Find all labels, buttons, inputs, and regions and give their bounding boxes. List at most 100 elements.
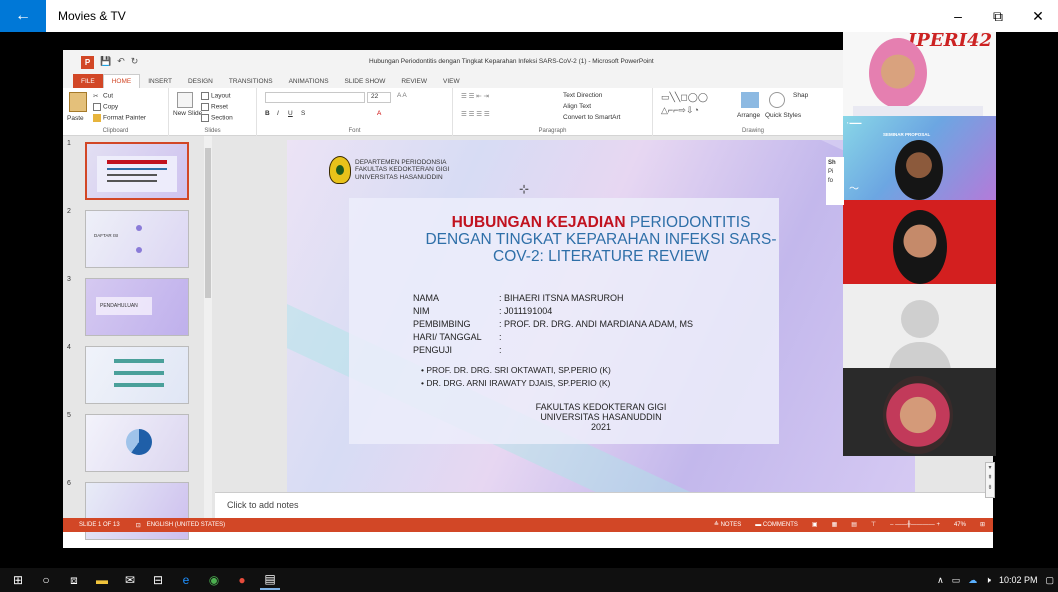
paste-button[interactable]: Paste (67, 115, 84, 122)
maximize-button[interactable]: ⧉ (978, 0, 1018, 32)
bullets-icon[interactable]: ☰ ☰ ⇤ ⇥ (461, 92, 489, 100)
tab-file[interactable]: FILE (73, 74, 103, 88)
notes-pane[interactable]: Click to add notes (215, 492, 993, 518)
tab-slide-show[interactable]: SLIDE SHOW (337, 74, 394, 88)
thumbnail-5[interactable]: 5 (63, 412, 193, 474)
save-icon[interactable]: 💾 (100, 56, 111, 69)
text-direction-button[interactable]: Text Direction (563, 92, 602, 99)
notes-button[interactable]: ≜ NOTES (714, 521, 741, 528)
font-color-button[interactable]: A (377, 110, 381, 117)
underline-button[interactable]: U (288, 110, 293, 117)
minimize-button[interactable]: – (938, 0, 978, 32)
participant-avatar (895, 140, 943, 200)
shapes-gallery-row2[interactable]: △⌐⌐⇨⇩◔ (661, 105, 699, 116)
movies-tv-taskbar-icon[interactable]: ▤ (260, 570, 280, 590)
participant-avatar (883, 376, 953, 454)
normal-view-icon[interactable]: ▣ (812, 521, 818, 528)
spellcheck-icon[interactable]: ⊡ (136, 522, 141, 529)
thumbnail-1[interactable]: 1 (63, 140, 193, 202)
undo-icon[interactable]: ↶ (117, 56, 125, 69)
section-button[interactable]: Section (201, 114, 233, 122)
slide-canvas[interactable]: DEPARTEMEN PERIODONSIA FAKULTAS KEDOKTER… (287, 140, 915, 492)
participant-tile-presenter[interactable]: IPERI42 (843, 32, 996, 116)
chrome-icon[interactable]: ◉ (204, 570, 224, 590)
new-slide-button[interactable]: New Slide (173, 110, 202, 117)
file-explorer-icon[interactable]: ▬ (92, 570, 112, 590)
tab-home[interactable]: HOME (102, 74, 141, 88)
convert-smartart-button[interactable]: Convert to SmartArt (563, 114, 620, 121)
paragraph-group-label: Paragraph (538, 128, 567, 134)
reading-view-icon[interactable]: ▤ (851, 521, 857, 528)
participant-tile-seminar[interactable]: ▪ ▬▬▬ SEMINAR PROPOSAL 〜 (843, 116, 996, 200)
comments-button[interactable]: ▬ COMMENTS (755, 522, 798, 528)
font-grow-icon[interactable]: A A (397, 92, 407, 99)
app-icon[interactable]: ● (232, 570, 252, 590)
store-icon[interactable]: ⊟ (148, 570, 168, 590)
task-view-icon[interactable]: ⧈ (64, 570, 84, 590)
participant-tile-5[interactable] (843, 368, 996, 456)
new-slide-icon[interactable] (177, 92, 193, 108)
thumbnail-image: PENDAHULUAN (85, 278, 189, 336)
thumbnail-6[interactable]: 6 (63, 480, 193, 542)
thumbnail-scrollbar[interactable] (204, 136, 212, 532)
slide-scroll-controls[interactable]: ▾ ⇞ ⇟ (985, 462, 995, 498)
volume-icon[interactable]: 🕨 (985, 575, 991, 586)
align-text-button[interactable]: Align Text (563, 103, 591, 110)
slide-thumbnails: 1 2 DAFTAR ISI 3 PENDAHULUAN 4 5 6 (63, 136, 203, 540)
status-bar: SLIDE 1 OF 13 ⊡ ENGLISH (UNITED STATES) … (63, 518, 993, 532)
cut-button[interactable]: ✂ Cut (93, 92, 113, 100)
edge-icon[interactable]: e (176, 570, 196, 590)
participant-tile-no-video[interactable] (843, 284, 996, 368)
language-status[interactable]: ENGLISH (UNITED STATES) (147, 522, 225, 528)
layout-button[interactable]: Layout (201, 92, 231, 100)
search-icon[interactable]: ○ (36, 570, 56, 590)
italic-button[interactable]: I (277, 110, 279, 117)
format-painter-button[interactable]: Format Painter (93, 114, 146, 122)
mail-icon[interactable]: ✉ (120, 570, 140, 590)
shapes-gallery[interactable]: ▭╲╲◻◯◯ (661, 92, 708, 103)
tab-insert[interactable]: INSERT (140, 74, 180, 88)
tab-review[interactable]: REVIEW (393, 74, 435, 88)
shape-fill-button[interactable]: Shap (793, 92, 808, 99)
bold-button[interactable]: B (265, 110, 270, 117)
participant-tile-3[interactable] (843, 200, 996, 284)
windows-start-icon[interactable]: ⊞ (8, 570, 28, 590)
tab-design[interactable]: DESIGN (180, 74, 221, 88)
zoom-slider[interactable]: – ——╂———— + (890, 521, 940, 528)
network-icon[interactable]: ▭ (952, 575, 961, 586)
back-arrow-icon[interactable]: ← (0, 0, 46, 32)
scrollbar-thumb[interactable] (205, 148, 211, 298)
align-icon[interactable]: ☰ ☰ ☰ ☰ (461, 110, 490, 118)
arrange-icon[interactable] (741, 92, 759, 108)
thumbnail-number: 4 (67, 344, 71, 351)
shadow-button[interactable]: S (301, 110, 305, 117)
onedrive-icon[interactable]: ☁ (968, 575, 977, 586)
thumbnail-2[interactable]: 2 DAFTAR ISI (63, 208, 193, 270)
copy-button[interactable]: Copy (93, 103, 118, 111)
reset-button[interactable]: Reset (201, 103, 228, 111)
tab-view[interactable]: VIEW (435, 74, 468, 88)
slide-sorter-icon[interactable]: ▦ (832, 521, 838, 528)
quick-styles-button[interactable]: Quick Styles (765, 112, 801, 119)
thumbnail-3[interactable]: 3 PENDAHULUAN (63, 276, 193, 338)
zoom-level[interactable]: 47% (954, 522, 966, 528)
font-size-box[interactable]: 22 (367, 92, 391, 103)
slideshow-icon[interactable]: ⊤ (871, 521, 876, 528)
tray-expand-icon[interactable]: ∧ (937, 575, 944, 586)
tab-animations[interactable]: ANIMATIONS (281, 74, 337, 88)
video-frame[interactable]: P 💾 ↶ ↻ Hubungan Periodontitis dengan Ti… (0, 32, 1058, 552)
close-button[interactable]: ✕ (1018, 0, 1058, 32)
tab-transitions[interactable]: TRANSITIONS (221, 74, 281, 88)
thumbnail-number: 6 (67, 480, 71, 487)
arrange-button[interactable]: Arrange (737, 112, 760, 119)
clock[interactable]: 10:02 PM (999, 575, 1038, 585)
thumbnail-4[interactable]: 4 (63, 344, 193, 406)
notes-placeholder: Click to add notes (227, 500, 299, 510)
notifications-icon[interactable]: ▢ (1045, 575, 1054, 586)
font-name-box[interactable] (265, 92, 365, 103)
quick-styles-icon[interactable] (769, 92, 785, 108)
info-key: HARI/ TANGGAL (413, 332, 482, 342)
paste-icon[interactable] (69, 92, 87, 112)
redo-icon[interactable]: ↻ (131, 56, 139, 69)
fit-slide-icon[interactable]: ⊞ (980, 521, 985, 528)
